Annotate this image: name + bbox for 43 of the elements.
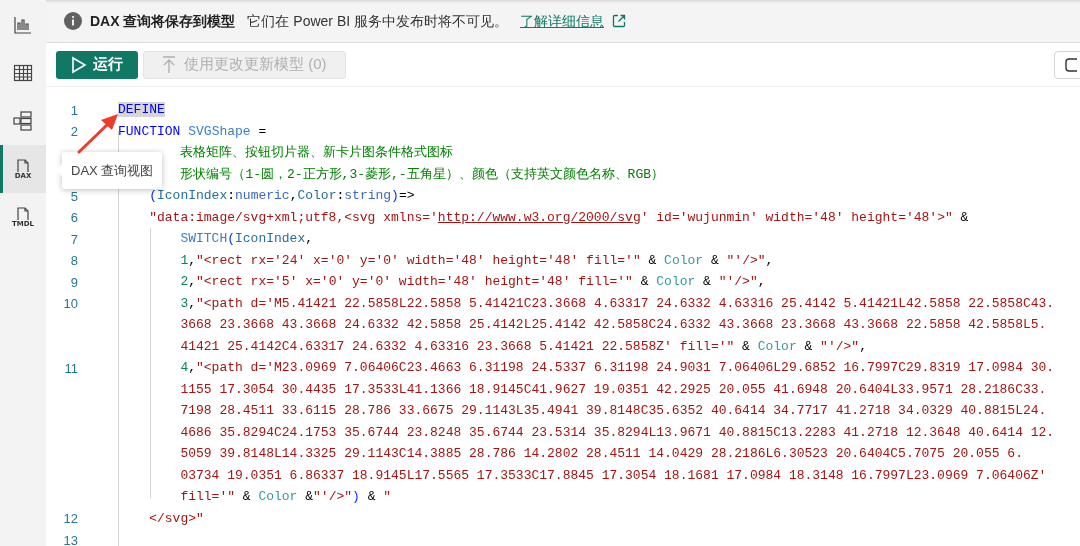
- info-title: DAX 查询将保存到模型: [90, 11, 236, 31]
- learn-more-link[interactable]: 了解详细信息: [520, 10, 605, 32]
- code-line: (IconIndex:numeric,Color:string)=>: [149, 187, 415, 205]
- arrow-annotation: [76, 112, 120, 154]
- line-number: 9: [70, 274, 78, 290]
- info-message: 它们在 Power BI 服务中发布时将不可见。: [247, 11, 509, 31]
- line-number: 13: [63, 532, 78, 546]
- code-line: SWITCH(IconIndex,: [180, 230, 314, 248]
- external-link-icon: [612, 14, 627, 28]
- code-line: 1155 17.3054 30.4435 17.3533L41.1366 18.9145C41.9627 19.0351 42.2925 20.055 41.6948 20.6404L33.9571 28.2186C33.: [180, 380, 1047, 399]
- code-line: 2,"<rect rx='5' x='0' y='0' width='48' height='48' fill='" & Color & "'/>",: [180, 273, 766, 291]
- line-number: 8: [70, 253, 78, 269]
- code-line: 41421 25.4142C4.63317 24.6332 4.63316 23.3668 5.41421 22.5858Z' fill='" & Color & "'/>",: [180, 337, 867, 356]
- info-icon: [64, 12, 82, 30]
- code-line: 7198 28.4511 33.6115 28.786 33.6675 29.1143L35.4941 39.8148C35.6352 40.6414 34.7717 41.2718 34.0329 40.8815L24.: [180, 402, 1047, 420]
- code-line: 形状编号（1-圆，2-正方形,3-菱形,-五角星）、颜色（支持英文颜色名称、RGB）: [180, 165, 664, 184]
- line-number: 10: [63, 296, 78, 312]
- model-icon: [12, 110, 34, 132]
- code-line: </svg>": [149, 509, 204, 528]
- code-line: 4,"<path d='M23.0969 7.06406C23.4663 6.31198 24.5337 6.31198 24.9031 7.06406L29.6852 16.7997C29.8319 17.0984 30.: [180, 359, 1055, 377]
- code-line: 1,"<rect rx='24' x='0' y='0' width='48' height='48' fill='" & Color & "'/>",: [180, 251, 774, 270]
- line-number: 7: [70, 231, 78, 247]
- run-button[interactable]: 运行: [56, 50, 138, 79]
- line-number: 1: [70, 102, 78, 118]
- code-line: "data:image/svg+xml;utf8,<svg xmlns='http://www.w3.org/2000/svg' id='wujunmin' width='48' height='48'>" &: [149, 208, 969, 227]
- line-number: 5: [70, 188, 78, 204]
- tooltip: DAX 查询视图: [62, 152, 163, 189]
- bar-chart-icon: [13, 15, 33, 35]
- line-number: 11: [64, 360, 78, 376]
- code-line: 3668 23.3668 43.3668 24.6332 42.5858 25.4142L25.4142 42.5858C24.6332 43.3668 23.3668 43.3668 22.5858 42.5858L5.: [180, 316, 1047, 334]
- code-line: 5059 39.8148L14.3325 29.1143C14.3885 28.786 14.2802 28.4511 14.0429 28.2186L6.30523 20.6404C5.7075 20.055 6.: [180, 445, 1023, 463]
- line-number: 2: [70, 124, 78, 140]
- code-line: fill='" & Color &"'/>") & ": [180, 488, 392, 506]
- play-icon: [71, 55, 87, 74]
- code-line: FUNCTION SVGShape =: [118, 122, 267, 141]
- line-number: 6: [70, 210, 78, 226]
- table-icon: [13, 63, 33, 83]
- code-line: 3,"<path d='M5.41421 22.5858L22.5858 5.41421C23.3668 4.63317 24.6332 4.63316 25.4142 5.41421L42.5858 22.5858C43.: [180, 294, 1055, 313]
- code-line: 表格矩阵、按钮切片器、新卡片图条件格式图标: [180, 144, 454, 162]
- line-number: 12: [63, 511, 78, 527]
- upload-arrow-icon: [162, 55, 176, 74]
- code-line: 03734 19.0351 6.86337 18.9145L17.5565 17.3533C17.8845 17.3054 18.1681 17.0984 18.3148 16.7997L23.0969 7.06406Z': [180, 466, 1047, 485]
- code-line: 4686 35.8294C24.1753 35.6744 23.8248 35.6744 23.5314 35.8294L13.9671 40.8815C13.2283 41.2718 12.3648 40.6414 12.: [180, 423, 1055, 442]
